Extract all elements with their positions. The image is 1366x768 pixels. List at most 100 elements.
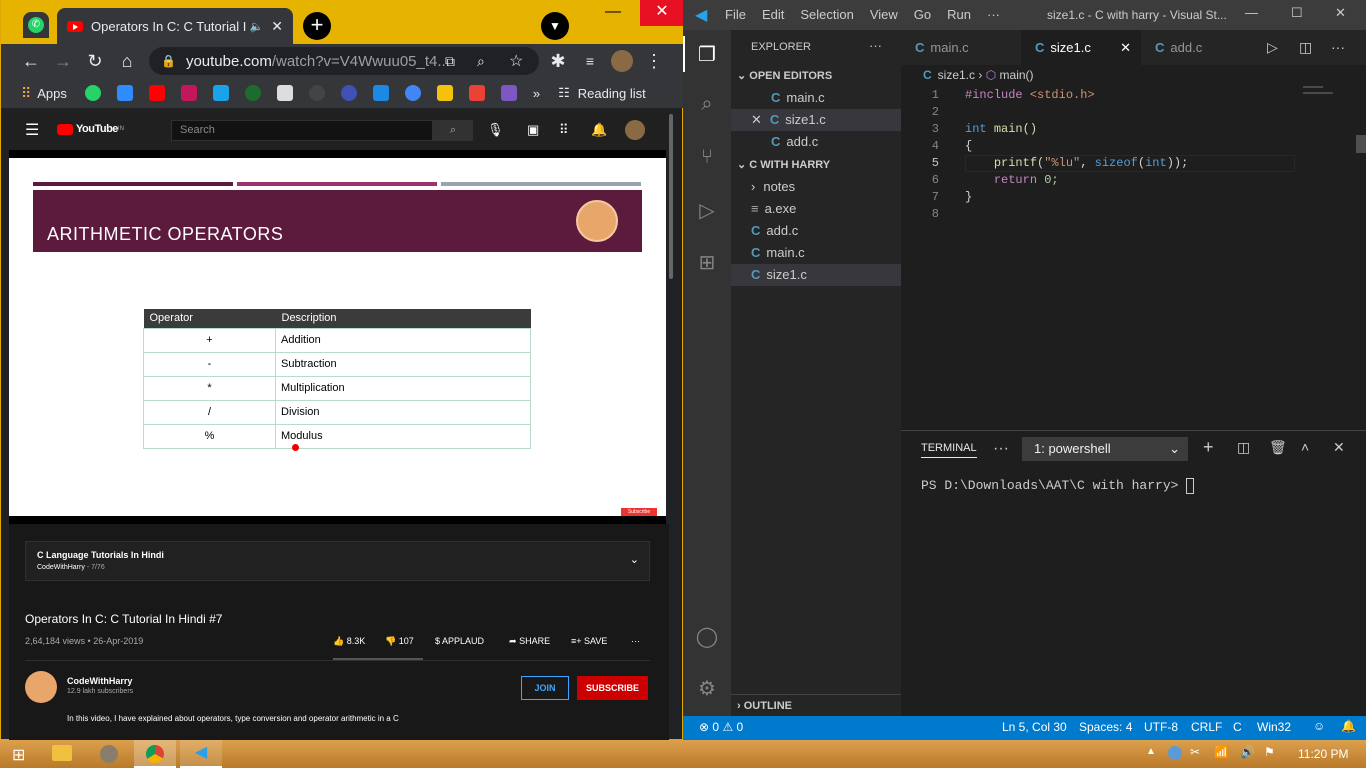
mic-icon[interactable]: 🎙 <box>487 122 504 138</box>
network-icon[interactable]: 📶 <box>1214 745 1229 759</box>
file-item[interactable]: ≡ a.exe <box>731 198 901 220</box>
search-icon[interactable]: ⌕ <box>695 93 719 117</box>
chevron-down-icon[interactable]: ⌄ <box>630 553 639 566</box>
explorer-more-icon[interactable]: ··· <box>869 38 882 53</box>
folder-item[interactable]: › notes <box>731 176 901 198</box>
editor-scrollbar[interactable] <box>1356 135 1366 153</box>
youtube-search-input[interactable]: Search <box>171 120 433 141</box>
chrome-menu-icon[interactable]: ⋮ <box>638 51 670 72</box>
close-window-button[interactable]: ✕ <box>1335 5 1346 21</box>
more-actions-icon[interactable]: ··· <box>631 636 640 646</box>
apps-bookmark[interactable]: Apps <box>37 86 67 101</box>
maximize-button[interactable] <box>627 0 641 26</box>
cursor-position[interactable]: Ln 5, Col 30 <box>1002 720 1067 734</box>
code-content[interactable]: #include <stdio.h> int main() { printf("… <box>965 87 1188 206</box>
tab-size1-c[interactable]: Csize1.c ✕ <box>1021 30 1141 65</box>
run-icon[interactable]: ▷ <box>1267 39 1278 56</box>
tray-app-icon[interactable] <box>1168 746 1182 760</box>
apps-grid-icon[interactable]: ⠿ <box>21 85 31 102</box>
file-item[interactable]: Cadd.c <box>731 220 901 242</box>
vscode-taskbar-icon[interactable]: ◀ <box>180 740 222 768</box>
page-scrollbar[interactable] <box>669 114 673 279</box>
home-icon[interactable]: ⌂ <box>111 51 143 72</box>
media-control-icon[interactable]: ≡ <box>574 53 606 69</box>
trash-icon[interactable]: 🗑 <box>1269 439 1287 456</box>
bolt-bookmark-icon[interactable] <box>500 85 517 101</box>
open-editors-section[interactable]: ⌄ OPEN EDITORS <box>731 65 901 87</box>
zoom-icon[interactable]: ⌕ <box>477 53 485 70</box>
back-icon[interactable]: ← <box>15 51 47 72</box>
dislike-button[interactable]: 👎 107 <box>385 636 414 647</box>
indentation[interactable]: Spaces: 4 <box>1079 720 1132 734</box>
menu-view[interactable]: View <box>870 7 898 22</box>
volume-icon[interactable]: 🔊 <box>1240 745 1255 759</box>
channel-name[interactable]: CodeWithHarry <box>67 676 132 686</box>
tab-search-icon[interactable]: ▼ <box>541 12 569 40</box>
youtube-logo[interactable]: YouTube IN <box>57 123 124 135</box>
open-editor-item[interactable]: Cadd.c <box>731 131 901 153</box>
split-terminal-icon[interactable]: ◫ <box>1237 439 1250 456</box>
bookmark-icon[interactable] <box>116 85 133 101</box>
tab-main-c[interactable]: Cmain.c <box>901 30 1021 65</box>
w-bookmark-icon[interactable] <box>212 85 229 101</box>
whatsapp-tab[interactable]: ✆ <box>23 12 49 38</box>
youtube-avatar[interactable] <box>625 120 645 140</box>
source-control-icon[interactable]: ⑂ <box>695 146 719 170</box>
id-bookmark-icon[interactable] <box>276 85 293 101</box>
subscribe-button[interactable]: SUBSCRIBE <box>577 676 648 700</box>
chrome-taskbar-icon[interactable] <box>134 740 176 768</box>
extensions-icon[interactable]: ✱ <box>542 51 574 72</box>
reload-icon[interactable]: ↻ <box>79 51 111 72</box>
whatsapp-bookmark-icon[interactable] <box>84 85 101 101</box>
split-editor-icon[interactable]: ◫ <box>1299 39 1312 56</box>
apps-icon[interactable]: ⠿ <box>559 122 569 138</box>
language-mode[interactable]: C <box>1233 720 1242 734</box>
file-item[interactable]: Cmain.c <box>731 242 901 264</box>
new-tab-button[interactable]: + <box>303 12 331 40</box>
file-explorer-icon[interactable] <box>52 745 72 761</box>
open-in-app-icon[interactable]: ⧉ <box>445 53 455 70</box>
explorer-icon[interactable]: ❐ <box>695 42 719 66</box>
m-bookmark-icon[interactable] <box>308 85 325 101</box>
hamburger-menu-icon[interactable]: ☰ <box>25 120 39 140</box>
applaud-button[interactable]: $ APPLAUD <box>435 636 484 646</box>
create-video-icon[interactable]: ▣ <box>527 122 539 138</box>
open-editor-item[interactable]: ✕ Csize1.c <box>731 109 901 131</box>
tab-add-c[interactable]: Cadd.c <box>1141 30 1251 65</box>
join-button[interactable]: JOIN <box>521 676 569 700</box>
breadcrumb-file[interactable]: size1.c <box>938 68 975 82</box>
account-icon[interactable]: ◯ <box>695 624 719 648</box>
terminal-output[interactable]: PS D:\Downloads\AAT\C with harry> <box>921 477 1195 494</box>
circle-bookmark-icon[interactable] <box>244 85 261 101</box>
notifications-bell-icon[interactable]: 🔔 <box>1341 719 1356 733</box>
menu-run[interactable]: Run <box>947 7 971 22</box>
notifications-icon[interactable]: 🔔 <box>591 122 607 138</box>
close-panel-icon[interactable]: ✕ <box>1333 439 1345 456</box>
bookmark-star-icon[interactable]: ☆ <box>509 51 523 71</box>
minimize-button[interactable]: — <box>1245 5 1258 20</box>
clock[interactable]: 11:20 PM <box>1298 747 1348 761</box>
youtube-bookmark-icon[interactable] <box>148 85 165 101</box>
tab-close-icon[interactable]: ✕ <box>1120 30 1131 65</box>
folder-section[interactable]: ⌄ C WITH HARRY <box>731 154 901 176</box>
menu-go[interactable]: Go <box>914 7 931 22</box>
file-item[interactable]: Csize1.c <box>731 264 901 286</box>
gear-bookmark-icon[interactable] <box>404 85 421 101</box>
channel-avatar[interactable] <box>25 671 57 703</box>
start-button[interactable]: ⊞ <box>12 745 25 765</box>
udemy-bookmark-icon[interactable] <box>180 85 197 101</box>
profile-avatar[interactable] <box>611 50 633 72</box>
outline-section[interactable]: › OUTLINE <box>731 694 901 716</box>
close-icon[interactable]: ✕ <box>751 112 762 127</box>
c-bookmark-icon[interactable] <box>340 85 357 101</box>
reading-list-button[interactable]: Reading list <box>578 86 646 101</box>
share-button[interactable]: ➦ SHARE <box>509 636 550 647</box>
new-terminal-icon[interactable]: + <box>1203 437 1214 458</box>
encoding[interactable]: UTF-8 <box>1144 720 1178 734</box>
settings-gear-icon[interactable]: ⚙ <box>695 676 719 700</box>
editor-more-icon[interactable]: ··· <box>1331 39 1345 55</box>
cube-bookmark-icon[interactable] <box>468 85 485 101</box>
panel-more-icon[interactable]: ··· <box>993 440 1009 458</box>
problems-indicator[interactable]: ⊗ 0 ⚠ 0 <box>699 720 743 734</box>
more-bookmarks-icon[interactable]: » <box>533 86 540 101</box>
